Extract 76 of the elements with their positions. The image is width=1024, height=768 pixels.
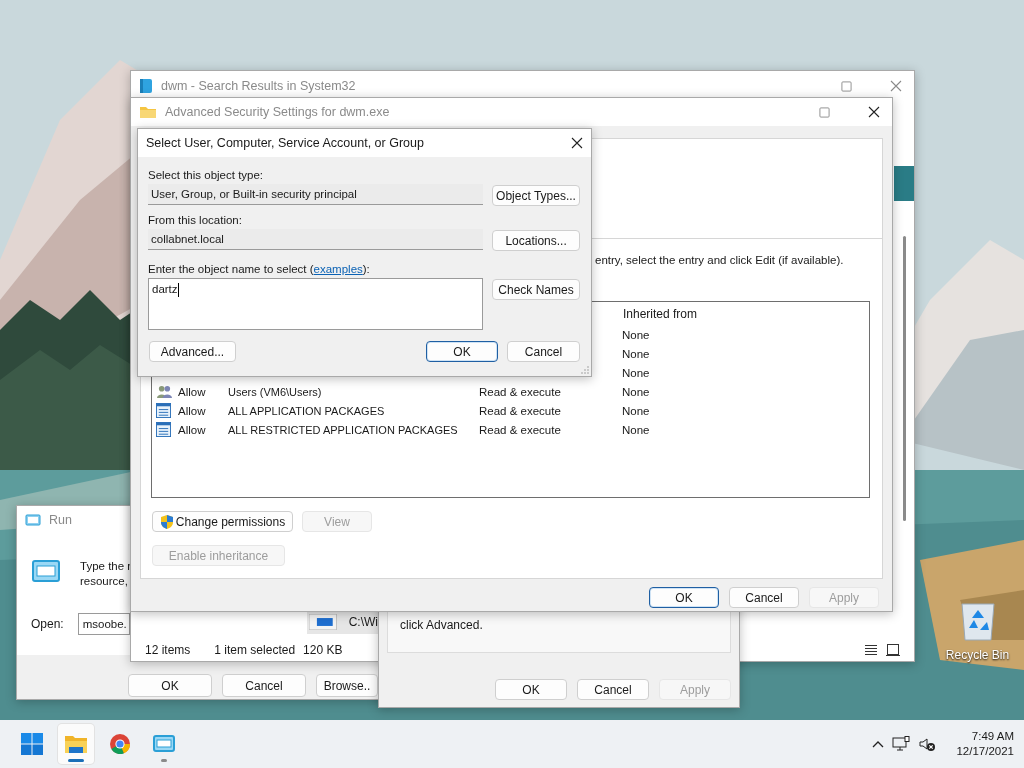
object-type-label: Select this object type: <box>148 169 265 181</box>
ok-button[interactable]: OK <box>128 674 212 697</box>
locations-button[interactable]: Locations... <box>492 230 580 251</box>
clock-time[interactable]: 7:49 AM <box>971 729 1014 744</box>
selection-count: 1 item selected <box>214 643 296 657</box>
taskbar-app[interactable] <box>58 724 94 764</box>
browse-button[interactable]: Browse.. <box>316 674 378 697</box>
table-cell: ALL RESTRICTED APPLICATION PACKAGES <box>228 423 458 436</box>
shield-icon <box>159 513 174 530</box>
table-cell: None <box>622 366 650 379</box>
close-icon[interactable] <box>571 137 583 149</box>
chevron-up-icon[interactable] <box>872 740 885 748</box>
table-cell: Users (VM6\Users) <box>228 385 322 398</box>
window-title: dwm - Search Results in System32 <box>161 79 356 93</box>
object-name-field[interactable]: dartz <box>148 278 483 330</box>
selection-size: 120 KB <box>303 643 343 657</box>
accent-bar <box>894 166 914 201</box>
table-cell: Allow <box>178 385 206 398</box>
cancel-button[interactable]: Cancel <box>507 341 580 362</box>
resize-grip-icon[interactable] <box>581 366 589 374</box>
ok-button[interactable]: OK <box>426 341 498 362</box>
table-cell: None <box>622 385 650 398</box>
open-label: Open: <box>31 617 64 631</box>
cancel-button[interactable]: Cancel <box>577 679 649 700</box>
table-cell: Read & execute <box>479 423 561 436</box>
table-cell: None <box>622 328 650 341</box>
instruction-text: click Advanced. <box>400 618 483 632</box>
run-icon <box>31 559 61 583</box>
clock-date[interactable]: 12/17/2021 <box>956 744 1014 759</box>
table-cell: Allow <box>178 404 206 417</box>
dialog-title: Select User, Computer, Service Account, or Group <box>146 136 424 150</box>
description-text: resource, <box>80 574 129 589</box>
window-list-icon <box>156 422 171 437</box>
book-icon <box>139 78 153 94</box>
hint-text: entry, select the entry and click Edit (if available). <box>594 254 845 268</box>
muted-speaker-icon[interactable] <box>918 736 937 752</box>
location-field: collabnet.local <box>148 229 484 250</box>
object-name-label: Enter the object name to select (examples): <box>148 263 371 275</box>
scrollbar[interactable] <box>903 236 906 521</box>
table-cell: None <box>622 423 650 436</box>
column-header[interactable]: Inherited from <box>623 306 698 321</box>
close-icon[interactable] <box>868 106 880 118</box>
tiles-view-icon[interactable] <box>886 644 900 656</box>
network-icon[interactable] <box>892 736 911 752</box>
object-type-field: User, Group, or Built-in security principal <box>148 184 483 205</box>
cancel-button[interactable]: Cancel <box>729 587 799 608</box>
windows-logo-icon <box>21 733 43 755</box>
check-names-button[interactable]: Check Names <box>492 279 580 300</box>
object-types-button[interactable]: Object Types... <box>492 185 580 206</box>
ok-button[interactable]: OK <box>495 679 567 700</box>
folder-icon <box>139 105 157 119</box>
advanced-button[interactable]: Advanced... <box>149 341 236 362</box>
location-label: From this location: <box>148 214 243 226</box>
window-title: Run <box>49 513 72 527</box>
table-cell: None <box>622 347 650 360</box>
run-icon <box>152 734 176 754</box>
table-cell: Allow <box>178 423 206 436</box>
run-icon <box>25 514 41 526</box>
cancel-button[interactable]: Cancel <box>222 674 306 697</box>
table-cell: ALL APPLICATION PACKAGES <box>228 404 385 417</box>
folder-icon <box>64 733 88 755</box>
window-title: Advanced Security Settings for dwm.exe <box>165 105 390 119</box>
file-item[interactable]: C:\Wi <box>307 610 378 634</box>
screen-icon <box>309 614 337 630</box>
window-list-icon <box>156 403 171 418</box>
table-cell: Read & execute <box>479 404 561 417</box>
open-field[interactable]: msoobe. <box>77 613 130 635</box>
change-permissions-button[interactable]: Change permissions <box>152 511 293 532</box>
users-icon <box>156 384 173 399</box>
table-cell: None <box>622 404 650 417</box>
table-cell: Read & execute <box>479 385 561 398</box>
examples-link[interactable]: examples <box>313 263 363 275</box>
browser-icon <box>109 733 131 755</box>
ok-button[interactable]: OK <box>649 587 719 608</box>
item-count: 12 items <box>145 643 191 657</box>
details-view-icon[interactable] <box>864 644 878 656</box>
